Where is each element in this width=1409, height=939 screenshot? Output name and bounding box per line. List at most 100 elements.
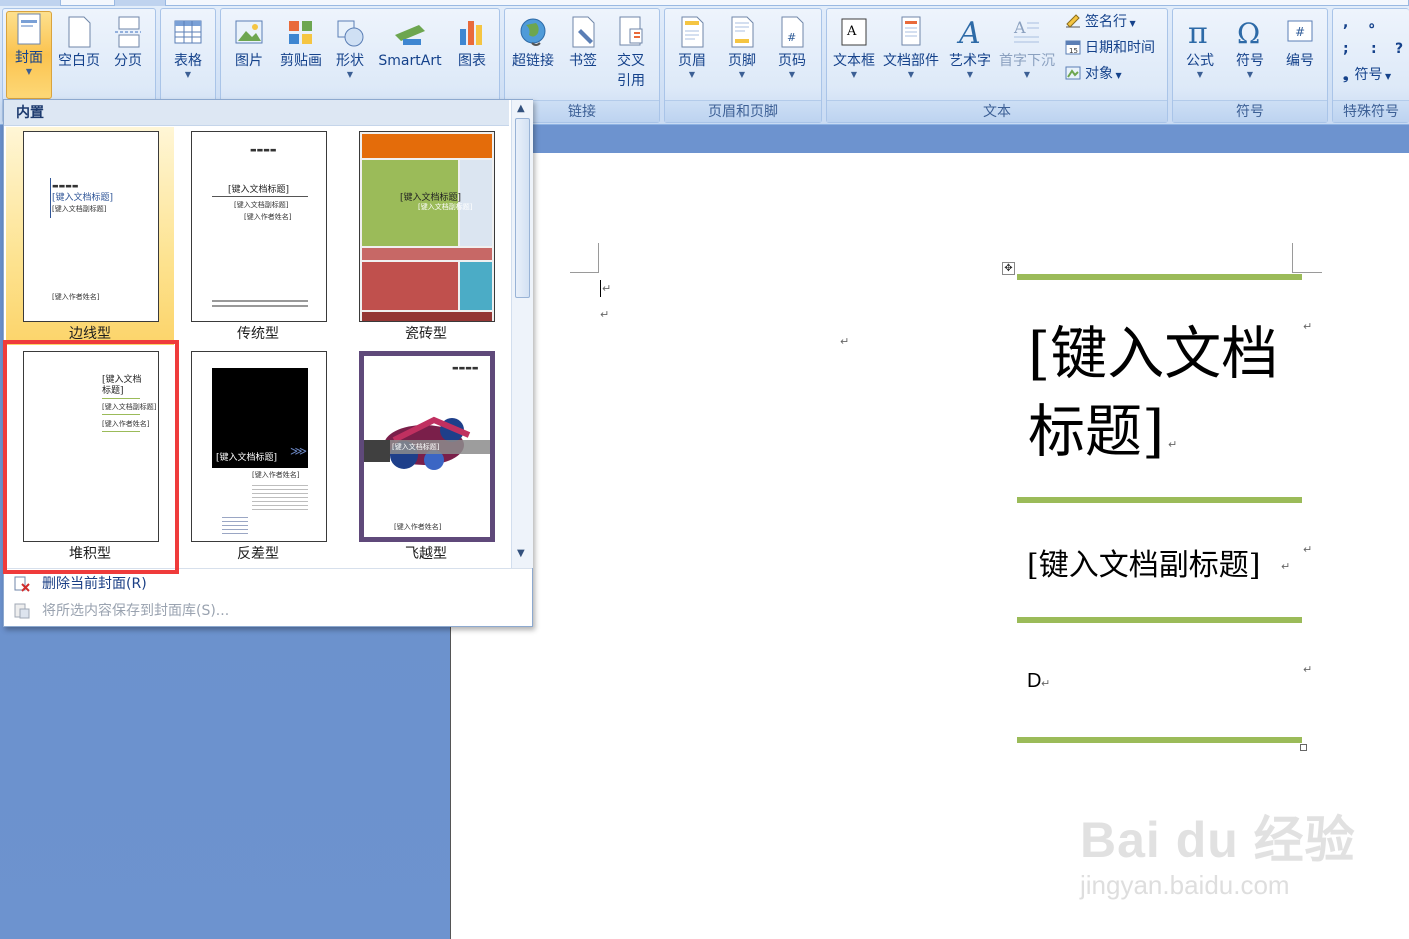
blank-page-label: 空白页 <box>58 53 100 69</box>
cross-reference-button[interactable]: 交叉 引用 <box>609 15 653 91</box>
equation-label: 公式 <box>1186 53 1214 69</box>
thumb-subtitle: [键入文档副标题] <box>52 205 107 213</box>
thumb-author: [键入作者姓名] <box>52 293 100 301</box>
colon-symbol[interactable]: : <box>1371 39 1377 59</box>
question-symbol[interactable]: ? <box>1395 39 1403 59</box>
cover-page-button[interactable]: 封面 ▼ <box>6 11 52 99</box>
symbol-dropdown-icon: ❟ <box>1343 67 1349 83</box>
table-icon <box>174 20 202 44</box>
gallery-scrollbar[interactable]: ▲ ▼ <box>511 100 533 568</box>
thumb-title: [键入文档标题] <box>228 185 290 195</box>
crop-mark <box>570 272 599 273</box>
svg-text:A: A <box>846 24 857 39</box>
cover-tile-contrast[interactable]: [键入文档标题] ⋙ [键入作者姓名] 反差型 <box>174 347 342 565</box>
object-button[interactable]: 对象 ▼ <box>1065 64 1122 86</box>
drop-cap-label: 首字下沉 <box>999 53 1055 69</box>
bookmark-button[interactable]: 书签 <box>563 15 603 71</box>
scroll-up-icon[interactable]: ▲ <box>517 103 525 114</box>
textbox-button[interactable]: A 文本框 ▼ <box>829 15 879 79</box>
svg-text:15: 15 <box>1069 47 1078 55</box>
picture-button[interactable]: 图片 <box>229 15 269 71</box>
paragraph-mark: ↵ <box>600 308 610 321</box>
save-to-gallery-menu-item[interactable]: 将所选内容保存到封面库(S)... <box>4 598 509 624</box>
thumb-author: [键入作者姓名] <box>244 213 292 221</box>
wordart-button[interactable]: A 艺术字 ▼ <box>945 15 995 79</box>
page-break-icon <box>115 16 141 48</box>
thumb-title: [键入文档标题] <box>392 443 440 451</box>
cover-thumbnail: ▬▬▬▬ [键入文档标题] [键入文档副标题] [键入作者姓名] <box>23 131 159 322</box>
footer-button[interactable]: 页脚 ▼ <box>721 15 763 79</box>
signature-line-button[interactable]: 签名行 ▼ <box>1065 12 1136 34</box>
pi-icon: π <box>1188 16 1208 51</box>
thumb-author: [键入作者姓名] <box>394 523 442 531</box>
tab-strip <box>0 0 1409 6</box>
gallery-section-header: 内置 <box>4 100 509 126</box>
resize-handle[interactable] <box>1300 744 1307 751</box>
paragraph-mark: ↵ <box>1281 560 1291 573</box>
object-label: 对象 <box>1085 66 1113 82</box>
shapes-button[interactable]: 形状 ▼ <box>329 15 371 79</box>
cover-subtitle-text: [键入文档副标题] <box>1027 548 1261 583</box>
cover-tile-tiles[interactable]: [键入文档标题] [键入文档副标题] 瓷砖型 <box>342 127 510 345</box>
hyperlink-button[interactable]: 超链接 <box>507 15 559 71</box>
tile-label: 反差型 <box>237 546 279 562</box>
symbol-button[interactable]: Ω 符号 ▼ <box>1227 15 1273 79</box>
chevron-down-icon: ▼ <box>184 70 192 79</box>
date-time-button[interactable]: 15 日期和时间 <box>1065 38 1155 58</box>
equation-button[interactable]: π 公式 ▼ <box>1177 15 1223 79</box>
chevron-down-icon: ▼ <box>788 70 796 79</box>
thumb-subtitle: [键入文档副标题] <box>418 203 473 211</box>
cover-date-field[interactable]: D <box>1027 670 1041 693</box>
chevron-down-icon: ▼ <box>1196 70 1204 79</box>
clipart-label: 剪贴画 <box>280 53 322 69</box>
cover-page-label: 封面 <box>15 50 43 66</box>
move-handle-icon[interactable]: ✥ <box>1002 262 1015 275</box>
tab-stub[interactable] <box>60 0 115 6</box>
crop-mark <box>1292 243 1293 273</box>
text-cursor <box>600 280 601 297</box>
comma-symbol[interactable]: , <box>1343 13 1348 33</box>
numbering-label: 编号 <box>1286 53 1314 69</box>
cover-tile-sideline[interactable]: ▬▬▬▬ [键入文档标题] [键入文档副标题] [键入作者姓名] 边线型 <box>6 127 174 345</box>
table-button[interactable]: 表格 ▼ <box>167 15 209 79</box>
delete-cover-menu-item[interactable]: 删除当前封面(R) <box>4 571 509 597</box>
scroll-thumb[interactable] <box>515 118 530 298</box>
smartart-button[interactable]: SmartArt <box>373 15 447 71</box>
cover-thumbnail: ▬▬▬▬ [键入文档标题] [键入文档副标题] [键入作者姓名] <box>191 131 327 322</box>
textbox-icon: A <box>841 18 867 46</box>
numbering-button[interactable]: # 编号 <box>1277 15 1323 71</box>
semicolon-symbol[interactable]: ; <box>1343 39 1349 59</box>
watermark-url: jingyan.baidu.com <box>1080 870 1290 900</box>
quick-parts-button[interactable]: 文档部件 ▼ <box>881 15 941 79</box>
cover-page-icon <box>17 13 41 45</box>
scroll-down-icon[interactable]: ▼ <box>517 548 525 559</box>
wordart-icon: A <box>956 16 981 51</box>
paragraph-mark: ↵ <box>1168 438 1178 451</box>
cover-subtitle-field[interactable]: [键入文档副标题] <box>1027 540 1260 584</box>
thumb-author: [键入作者姓名] <box>252 471 300 479</box>
cover-tile-motion[interactable]: ▬▬▬▬ [键入文档标题] [键入作者姓名] 飞越型 <box>342 347 510 565</box>
period-symbol[interactable]: 。 <box>1369 13 1383 33</box>
cover-tile-traditional[interactable]: ▬▬▬▬ [键入文档标题] [键入文档副标题] [键入作者姓名] 传统型 <box>174 127 342 345</box>
special-symbol-button[interactable]: ❟ 符号 ▼ <box>1343 65 1391 87</box>
chevron-down-icon: ▼ <box>907 70 915 79</box>
tab-stub-insert[interactable] <box>165 0 1409 6</box>
numbering-icon: # <box>1287 20 1313 42</box>
delete-cover-label: 删除当前封面(R) <box>42 576 147 592</box>
thumb-text: ▬▬▬▬ <box>52 182 79 190</box>
page-break-button[interactable]: 分页 <box>107 15 149 71</box>
cover-thumbnail: [键入文档标题] [键入文档副标题] <box>359 131 495 322</box>
page-break-label: 分页 <box>114 53 142 69</box>
accent-rule <box>1017 497 1302 503</box>
chart-button[interactable]: 图表 <box>451 15 493 71</box>
thumb-text: ▬▬▬▬ <box>250 146 277 154</box>
header-button[interactable]: 页眉 ▼ <box>671 15 713 79</box>
svg-text:π: π <box>1188 16 1208 51</box>
svg-text:#: # <box>787 31 796 44</box>
text-group-label: 文本 <box>827 100 1167 122</box>
blank-page-button[interactable]: 空白页 <box>55 15 103 71</box>
drop-cap-button[interactable]: A 首字下沉 ▼ <box>997 15 1057 79</box>
signature-line-icon <box>1066 14 1080 28</box>
page-number-button[interactable]: # 页码 ▼ <box>771 15 813 79</box>
clipart-button[interactable]: 剪贴画 <box>275 15 327 71</box>
